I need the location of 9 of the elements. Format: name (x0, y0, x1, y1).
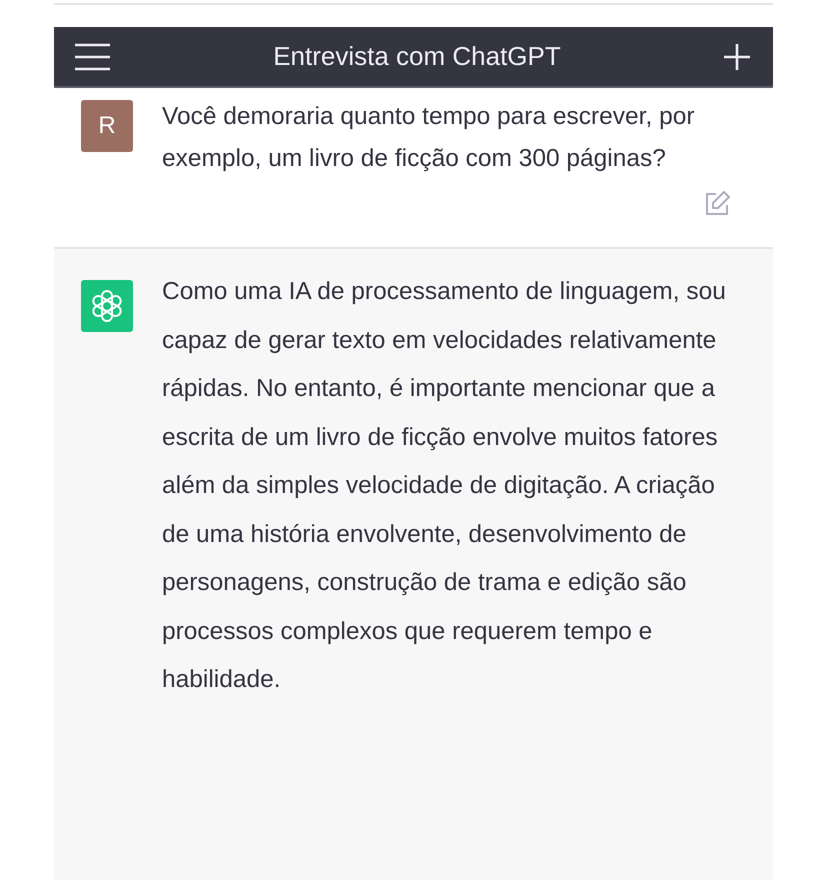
chat-title: Entrevista com ChatGPT (273, 41, 561, 72)
menu-button[interactable] (74, 42, 111, 70)
user-avatar: R (81, 100, 133, 152)
new-chat-button[interactable] (722, 42, 751, 70)
assistant-message: Como uma IA de processamento de linguagem, sou capaz de gerar texto em velocidades relativamente rápidas. No entanto, é importante mencionar que a escrita de um livro de ficção envolve muitos fatores além da simples velocidade de digitação. A criação de uma história envolvente, desenvolvimento de personagens, construção de trama e edição são processos complexos que requerem tempo e habilidade. (162, 277, 727, 695)
edit-icon (704, 190, 731, 217)
menu-icon (74, 42, 111, 70)
plus-icon (722, 42, 751, 70)
user-message: Você demoraria quanto tempo para escrever, por exemplo, um livro de ficção com 300 páginas? (162, 102, 696, 174)
